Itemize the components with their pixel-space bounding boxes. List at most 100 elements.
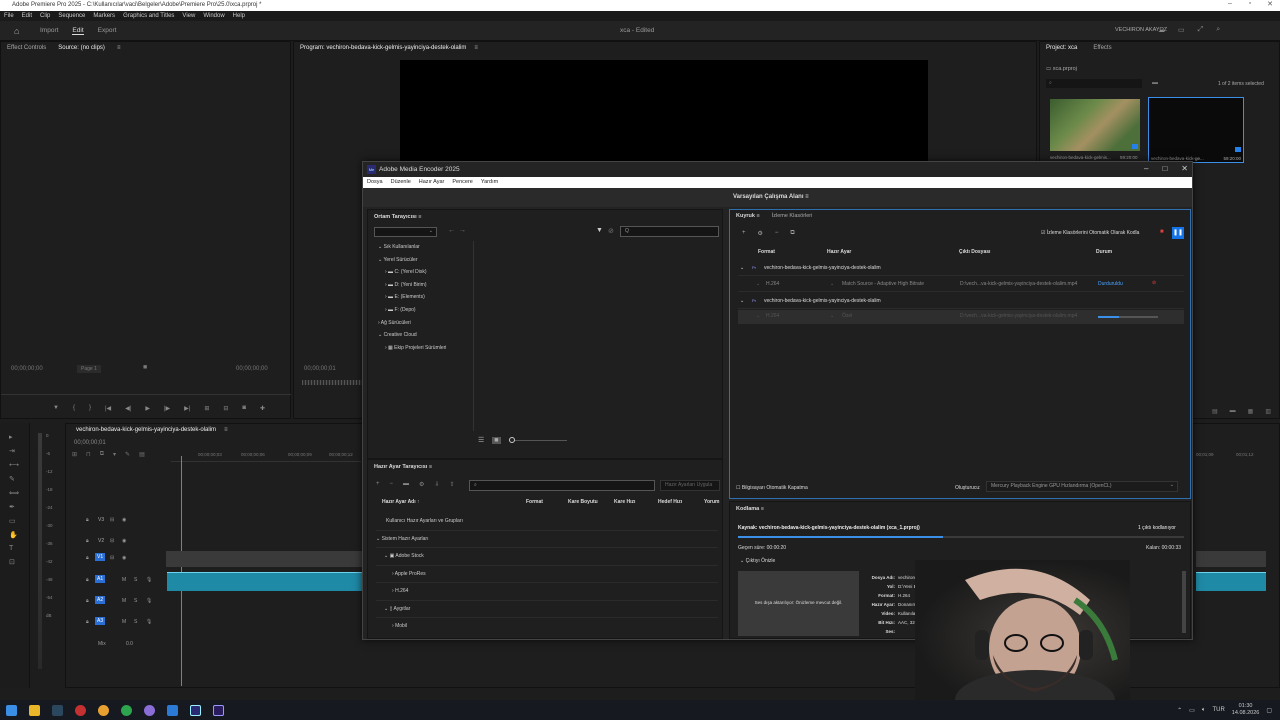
file-explorer-icon[interactable]	[29, 704, 40, 716]
tree-drive-e[interactable]: › ▬ E: (Elements)	[378, 291, 446, 304]
mix-value[interactable]: 0.0	[126, 641, 133, 647]
close-icon[interactable]: ✕	[1181, 164, 1188, 173]
tree-local-drives[interactable]: ⌄ Yerel Sürücüler	[378, 254, 446, 267]
track-label[interactable]: A3	[95, 617, 106, 625]
tab-source[interactable]: Source: (no clips)	[54, 43, 109, 53]
mic-icon[interactable]: 🎙︎	[146, 619, 152, 625]
chevron-down-icon[interactable]: ⌄	[740, 265, 744, 271]
selection-tool-icon[interactable]: ▸	[9, 433, 29, 441]
razor-icon[interactable]: ✎	[9, 475, 29, 483]
back-icon[interactable]: ←	[448, 227, 455, 234]
time-ruler[interactable]: 00;00;00;03 00;00;00;06 00;00;00;09 00;0…	[171, 446, 361, 462]
filter-icon[interactable]: ▼	[596, 227, 603, 234]
tree-drive-c[interactable]: › ▬ C: (Yerel Disk)	[378, 266, 446, 279]
output-preset[interactable]: Match Source - Adaptive High Bitrate	[842, 281, 924, 287]
menu-window[interactable]: Pencere	[452, 179, 473, 186]
preset-mobile[interactable]: › Mobil	[376, 618, 718, 635]
close-icon[interactable]: ✕	[1260, 0, 1280, 8]
zoom-slider[interactable]	[508, 436, 567, 443]
preset-search-input[interactable]: ⌕	[469, 480, 655, 491]
chevron-down-icon[interactable]: ⌄	[756, 281, 760, 287]
steam-icon[interactable]	[52, 704, 63, 716]
play-icon[interactable]: ▶	[145, 405, 150, 412]
tree-favorites[interactable]: ⌄ Sık Kullanılanlar	[378, 241, 446, 254]
toggle-output-icon[interactable]: ⊟	[110, 517, 114, 523]
add-source-icon[interactable]: +	[742, 230, 746, 237]
frame-back-icon[interactable]: ◀|	[125, 405, 131, 412]
workspace-edit[interactable]: Edit	[72, 27, 84, 35]
settings-icon[interactable]: ⚙	[758, 230, 763, 237]
notifications-icon[interactable]: ▢	[1266, 707, 1272, 714]
menu-view[interactable]: View	[182, 13, 195, 19]
caption-icon[interactable]: ⊡	[9, 558, 29, 566]
search-icon[interactable]: ⌕	[1216, 26, 1220, 34]
volume-icon[interactable]: 🔈︎	[1202, 707, 1206, 714]
add-icon[interactable]: +	[376, 481, 380, 488]
premiere-icon[interactable]	[213, 704, 224, 716]
mic-icon[interactable]: 🎙︎	[146, 598, 152, 604]
ripple-edit-icon[interactable]: ⟷	[9, 461, 29, 469]
eye-icon[interactable]: ◉	[122, 517, 126, 523]
preset-system-group[interactable]: ⌄ Sistem Hazır Ayarları	[376, 531, 718, 548]
preview-toggle[interactable]: ⌄ Çıktıyı Önizle	[740, 558, 775, 564]
error-icon[interactable]: ⊘	[1152, 280, 1156, 286]
stop-icon[interactable]: ■	[1160, 229, 1164, 235]
output-preset[interactable]: Özel	[842, 313, 852, 319]
media-encoder-icon[interactable]	[190, 704, 201, 716]
start-icon[interactable]	[6, 704, 17, 716]
mic-icon[interactable]: 🎙︎	[146, 577, 152, 583]
col-frame-rate[interactable]: Kare Hızı	[614, 499, 635, 505]
list-view-icon[interactable]: ☰	[478, 436, 484, 444]
mark-in-icon[interactable]: {	[73, 405, 75, 412]
mute-icon[interactable]: M	[122, 598, 126, 604]
marker-icon[interactable]: ▼	[53, 405, 59, 412]
new-group-icon[interactable]: ▬	[403, 481, 409, 488]
minimize-icon[interactable]: –	[1220, 0, 1240, 8]
duplicate-icon[interactable]: ⧉	[790, 230, 794, 237]
grid-view-icon[interactable]: ■	[492, 436, 501, 444]
type-icon[interactable]: T	[9, 545, 29, 552]
menu-help[interactable]: Yardım	[481, 179, 498, 186]
minimize-icon[interactable]: –	[1144, 164, 1148, 173]
preset-adobe-stock[interactable]: ⌄ ▣ Adobe Stock	[376, 548, 718, 566]
trash-icon[interactable]: ▥	[1265, 408, 1271, 415]
chevron-down-icon[interactable]: ⌄	[830, 281, 834, 287]
snap-icon[interactable]: ⊓	[86, 451, 91, 458]
settings-icon[interactable]: ⚙	[419, 481, 424, 488]
hand-icon[interactable]: ✋	[9, 531, 29, 539]
menu-icon[interactable]: ≡	[113, 43, 125, 53]
playhead[interactable]	[181, 456, 182, 686]
menu-help[interactable]: Help	[233, 13, 245, 19]
output-format[interactable]: H.264	[766, 281, 779, 287]
tab-timeline[interactable]: vechiron-bedava-kick-gelmis-yayinciya-de…	[72, 425, 220, 435]
menu-icon[interactable]: ≡	[470, 43, 482, 53]
fullscreen-icon[interactable]: ⤢	[1198, 26, 1204, 34]
tab-project[interactable]: Project: xca	[1042, 43, 1081, 53]
renderer-dropdown[interactable]: Mercury Playback Engine GPU Hızlandırma …	[986, 481, 1178, 492]
maximize-icon[interactable]: ▫	[1240, 0, 1260, 8]
menu-file[interactable]: File	[4, 13, 14, 19]
tree-team-projects[interactable]: › ▦ Ekip Projeleri Sürümleri	[378, 342, 446, 355]
video-clip[interactable]	[166, 551, 366, 567]
wrench-icon[interactable]: ✎	[125, 451, 130, 458]
preset-devices[interactable]: ⌄ ▯ Aygıtlar	[376, 601, 718, 618]
toggle-output-icon[interactable]: ⊟	[110, 538, 114, 544]
track-label[interactable]: A2	[95, 596, 106, 604]
col-format[interactable]: Format	[526, 499, 543, 505]
network-icon[interactable]: ▭	[1189, 707, 1195, 714]
tab-watch-folders[interactable]: İzleme Klasörleri	[772, 213, 813, 219]
vscode-icon[interactable]	[167, 704, 178, 716]
export-icon[interactable]: ⇧	[449, 481, 454, 488]
queue-item-header[interactable]: ⌄ Pr vechiron-bedava-kick-gelmis-yayinci…	[738, 262, 1184, 276]
lock-icon[interactable]: 🔒︎	[86, 598, 89, 604]
menu-edit[interactable]: Düzenle	[391, 179, 411, 186]
video-clip[interactable]	[1196, 551, 1266, 567]
tree-drive-f[interactable]: › ▬ F: (Depo)	[378, 304, 446, 317]
remove-icon[interactable]: −	[775, 230, 779, 237]
menu-preset[interactable]: Hazır Ayar	[419, 179, 445, 186]
mark-out-icon[interactable]: }	[89, 405, 91, 412]
workspace-export[interactable]: Export	[98, 27, 117, 35]
chevron-up-icon[interactable]: ⌃	[1177, 707, 1182, 714]
output-path[interactable]: D:\vech...va-kick-gelmis-yayinciya-deste…	[960, 313, 1077, 319]
chevron-down-icon[interactable]: ⌄	[756, 313, 760, 319]
